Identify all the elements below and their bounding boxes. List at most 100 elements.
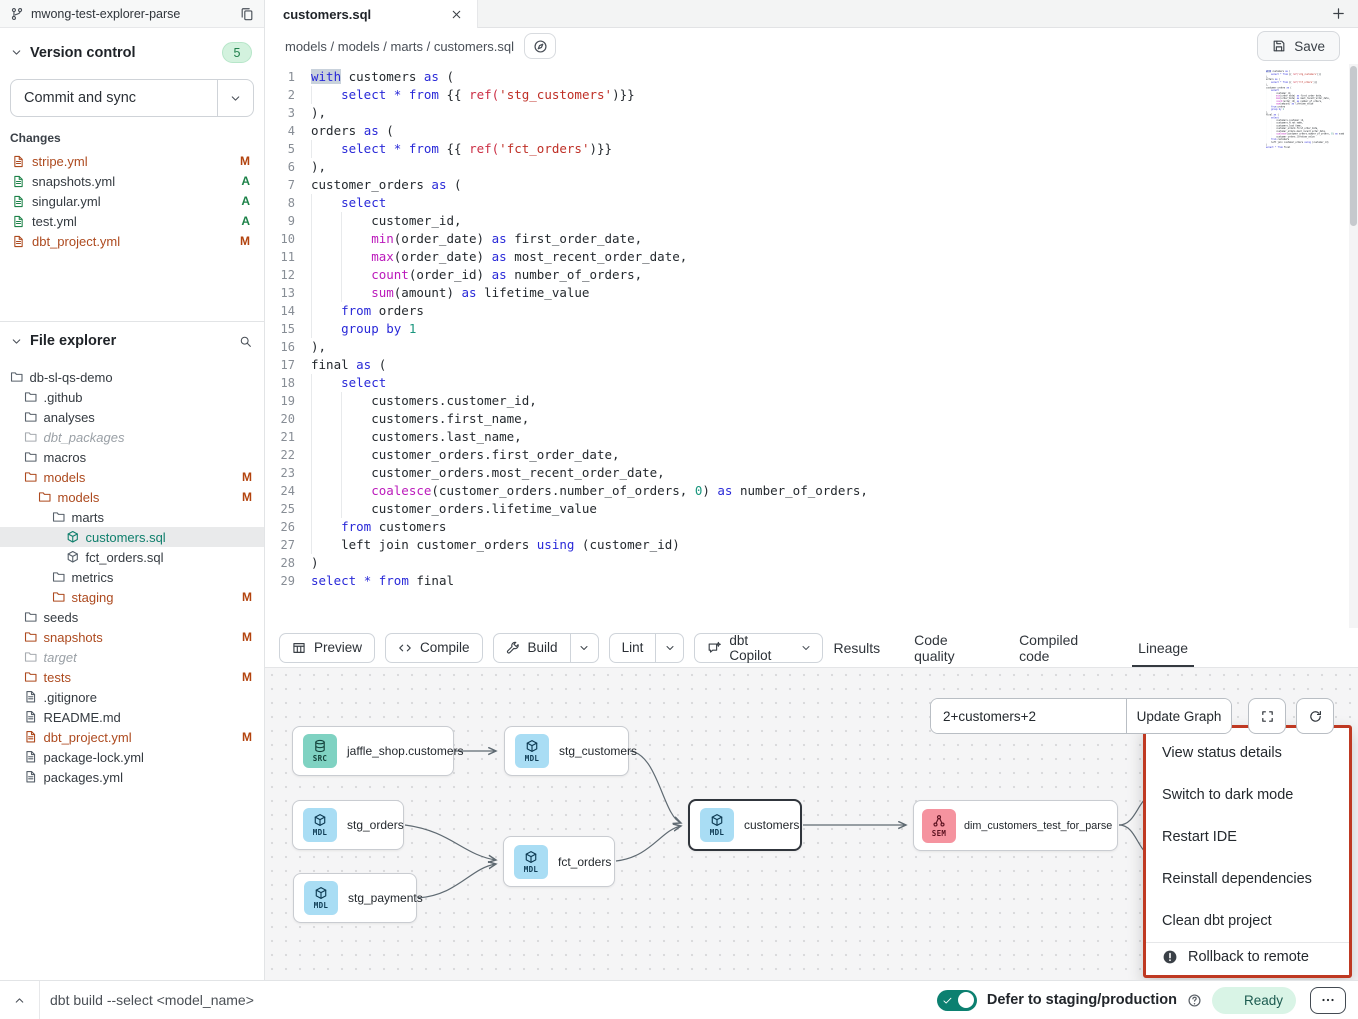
- lineage-node-stg_customers[interactable]: MDLstg_customers: [504, 726, 629, 776]
- menu-item-restart-ide[interactable]: Restart IDE: [1146, 816, 1349, 858]
- collapse-command-bar-button[interactable]: [0, 981, 40, 1019]
- change-item-singular.yml[interactable]: singular.ymlA: [0, 191, 264, 211]
- code-line-19: 19 customers.customer_id,: [265, 392, 1302, 410]
- change-item-test.yml[interactable]: test.ymlA: [0, 211, 264, 231]
- lineage-panel[interactable]: SRCjaffle_shop.customersMDLstg_customers…: [265, 668, 1358, 980]
- tab-compiled-code[interactable]: Compiled code: [1019, 628, 1104, 667]
- code-line-content: select * from {{ ref('fct_orders')}}: [1266, 81, 1317, 84]
- file-icon: [24, 770, 38, 784]
- code-line-content: customer_orders.most_recent_order_date,: [311, 464, 665, 482]
- menu-item-view-status-details[interactable]: View status details: [1146, 732, 1349, 774]
- code-line-content: count(order_id) as number_of_orders,: [311, 266, 642, 284]
- tree-item-status: M: [242, 630, 252, 644]
- node-type-badge: MDL: [304, 881, 338, 915]
- graph-selector-input[interactable]: [931, 699, 1126, 733]
- lineage-node-customers[interactable]: MDLcustomers: [688, 799, 802, 851]
- minimap[interactable]: with customers as ( select * from {{ ref…: [1266, 70, 1344, 250]
- copy-branch-icon[interactable]: [240, 7, 254, 21]
- tree-item-marts[interactable]: marts: [0, 507, 264, 527]
- tree-item-macros[interactable]: macros: [0, 447, 264, 467]
- new-tab-button[interactable]: [1318, 0, 1358, 27]
- tree-item-analyses[interactable]: analyses: [0, 407, 264, 427]
- change-item-snapshots.yml[interactable]: snapshots.ymlA: [0, 171, 264, 191]
- change-item-dbt_project.yml[interactable]: dbt_project.ymlM: [0, 231, 264, 251]
- tree-item-target[interactable]: target: [0, 647, 264, 667]
- node-label: jaffle_shop.customers: [347, 744, 464, 758]
- tree-item-db-sl-qs-demo[interactable]: db-sl-qs-demo: [0, 367, 264, 387]
- tree-item-dbt_project.yml[interactable]: dbt_project.ymlM: [0, 727, 264, 747]
- tree-item-packages.yml[interactable]: packages.yml: [0, 767, 264, 787]
- tree-item-.github[interactable]: .github: [0, 387, 264, 407]
- scrollbar-thumb[interactable]: [1350, 66, 1357, 226]
- tree-item-snapshots[interactable]: snapshotsM: [0, 627, 264, 647]
- lineage-node-jaffle_shop.customers[interactable]: SRCjaffle_shop.customers: [292, 726, 454, 776]
- code-line-21: 21 customers.last_name,: [265, 428, 1302, 446]
- more-options-button[interactable]: [1310, 987, 1346, 1014]
- network-icon: [932, 814, 946, 828]
- lineage-node-fct_orders[interactable]: MDLfct_orders: [503, 836, 615, 887]
- file-explorer-header[interactable]: File explorer: [0, 322, 264, 359]
- code-line-content: from customers: [311, 518, 446, 536]
- change-item-stripe.yml[interactable]: stripe.ymlM: [0, 151, 264, 171]
- tree-item-tests[interactable]: testsM: [0, 667, 264, 687]
- lint-options-caret[interactable]: [655, 634, 683, 662]
- close-icon[interactable]: [450, 8, 463, 21]
- fullscreen-button[interactable]: [1248, 698, 1286, 734]
- tree-item-README.md[interactable]: README.md: [0, 707, 264, 727]
- line-number: 29: [265, 572, 311, 590]
- update-graph-button[interactable]: Update Graph: [1126, 699, 1231, 733]
- help-icon[interactable]: [1187, 993, 1202, 1008]
- toggle-knob: [958, 992, 974, 1008]
- tree-item-staging[interactable]: stagingM: [0, 587, 264, 607]
- dbt-copilot-button[interactable]: dbt Copilot: [694, 633, 823, 663]
- tab-customers-sql[interactable]: customers.sql: [265, 0, 478, 28]
- menu-item-rollback-to-remote[interactable]: Rollback to remote: [1146, 943, 1349, 971]
- tree-item-dbt_packages[interactable]: dbt_packages: [0, 427, 264, 447]
- preview-button[interactable]: Preview: [279, 633, 375, 663]
- menu-item-clean-dbt-project[interactable]: Clean dbt project: [1146, 900, 1349, 942]
- tab-code-quality[interactable]: Code quality: [914, 628, 985, 667]
- menu-item-switch-to-dark-mode[interactable]: Switch to dark mode: [1146, 774, 1349, 816]
- version-control-header[interactable]: Version control 5: [0, 28, 264, 73]
- explore-lineage-button[interactable]: [524, 33, 556, 59]
- code-line-content: with customers as (: [311, 68, 454, 86]
- editor-scrollbar[interactable]: [1349, 64, 1358, 628]
- code-line-content: sum(amount) as lifetime_value: [311, 284, 589, 302]
- command-input[interactable]: dbt build --select <model_name>: [50, 992, 254, 1008]
- tree-item-status: M: [242, 490, 252, 504]
- code-line-content: select * from final: [1266, 146, 1290, 149]
- alert-icon: [1162, 949, 1178, 965]
- code-editor[interactable]: 1with customers as (2 select * from {{ r…: [265, 64, 1358, 628]
- tree-item-seeds[interactable]: seeds: [0, 607, 264, 627]
- tab-lineage[interactable]: Lineage: [1138, 628, 1188, 667]
- line-number: 19: [265, 392, 311, 410]
- tree-item-models[interactable]: modelsM: [0, 487, 264, 507]
- file-icon: [12, 175, 25, 188]
- tree-item-.gitignore[interactable]: .gitignore: [0, 687, 264, 707]
- lineage-node-stg_orders[interactable]: MDLstg_orders: [292, 800, 404, 850]
- refresh-graph-button[interactable]: [1296, 698, 1334, 734]
- save-button[interactable]: Save: [1257, 31, 1340, 61]
- menu-item-reinstall-dependencies[interactable]: Reinstall dependencies: [1146, 858, 1349, 900]
- lineage-node-stg_payments[interactable]: MDLstg_payments: [293, 873, 417, 923]
- tree-item-models[interactable]: modelsM: [0, 467, 264, 487]
- tree-item-package-lock.yml[interactable]: package-lock.yml: [0, 747, 264, 767]
- tree-item-label: customers.sql: [86, 530, 253, 545]
- preview-label: Preview: [314, 640, 362, 655]
- tree-item-label: metrics: [72, 570, 253, 585]
- lint-button[interactable]: Lint: [609, 633, 685, 663]
- tree-item-metrics[interactable]: metrics: [0, 567, 264, 587]
- compile-button[interactable]: Compile: [385, 633, 483, 663]
- defer-toggle[interactable]: [937, 990, 977, 1011]
- tab-results[interactable]: Results: [833, 628, 880, 667]
- search-icon[interactable]: [239, 335, 252, 348]
- tree-item-status: M: [242, 670, 252, 684]
- lineage-node-dim_customers_test_for_parse[interactable]: SEMdim_customers_test_for_parse: [913, 800, 1118, 851]
- node-type-label: SRC: [313, 754, 327, 763]
- build-button[interactable]: Build: [493, 633, 599, 663]
- tree-item-fct_orders.sql[interactable]: fct_orders.sql: [0, 547, 264, 567]
- build-options-caret[interactable]: [570, 634, 598, 662]
- commit-options-caret[interactable]: [217, 80, 253, 116]
- commit-and-sync-button[interactable]: Commit and sync: [10, 79, 254, 117]
- tree-item-customers.sql[interactable]: customers.sql: [0, 527, 264, 547]
